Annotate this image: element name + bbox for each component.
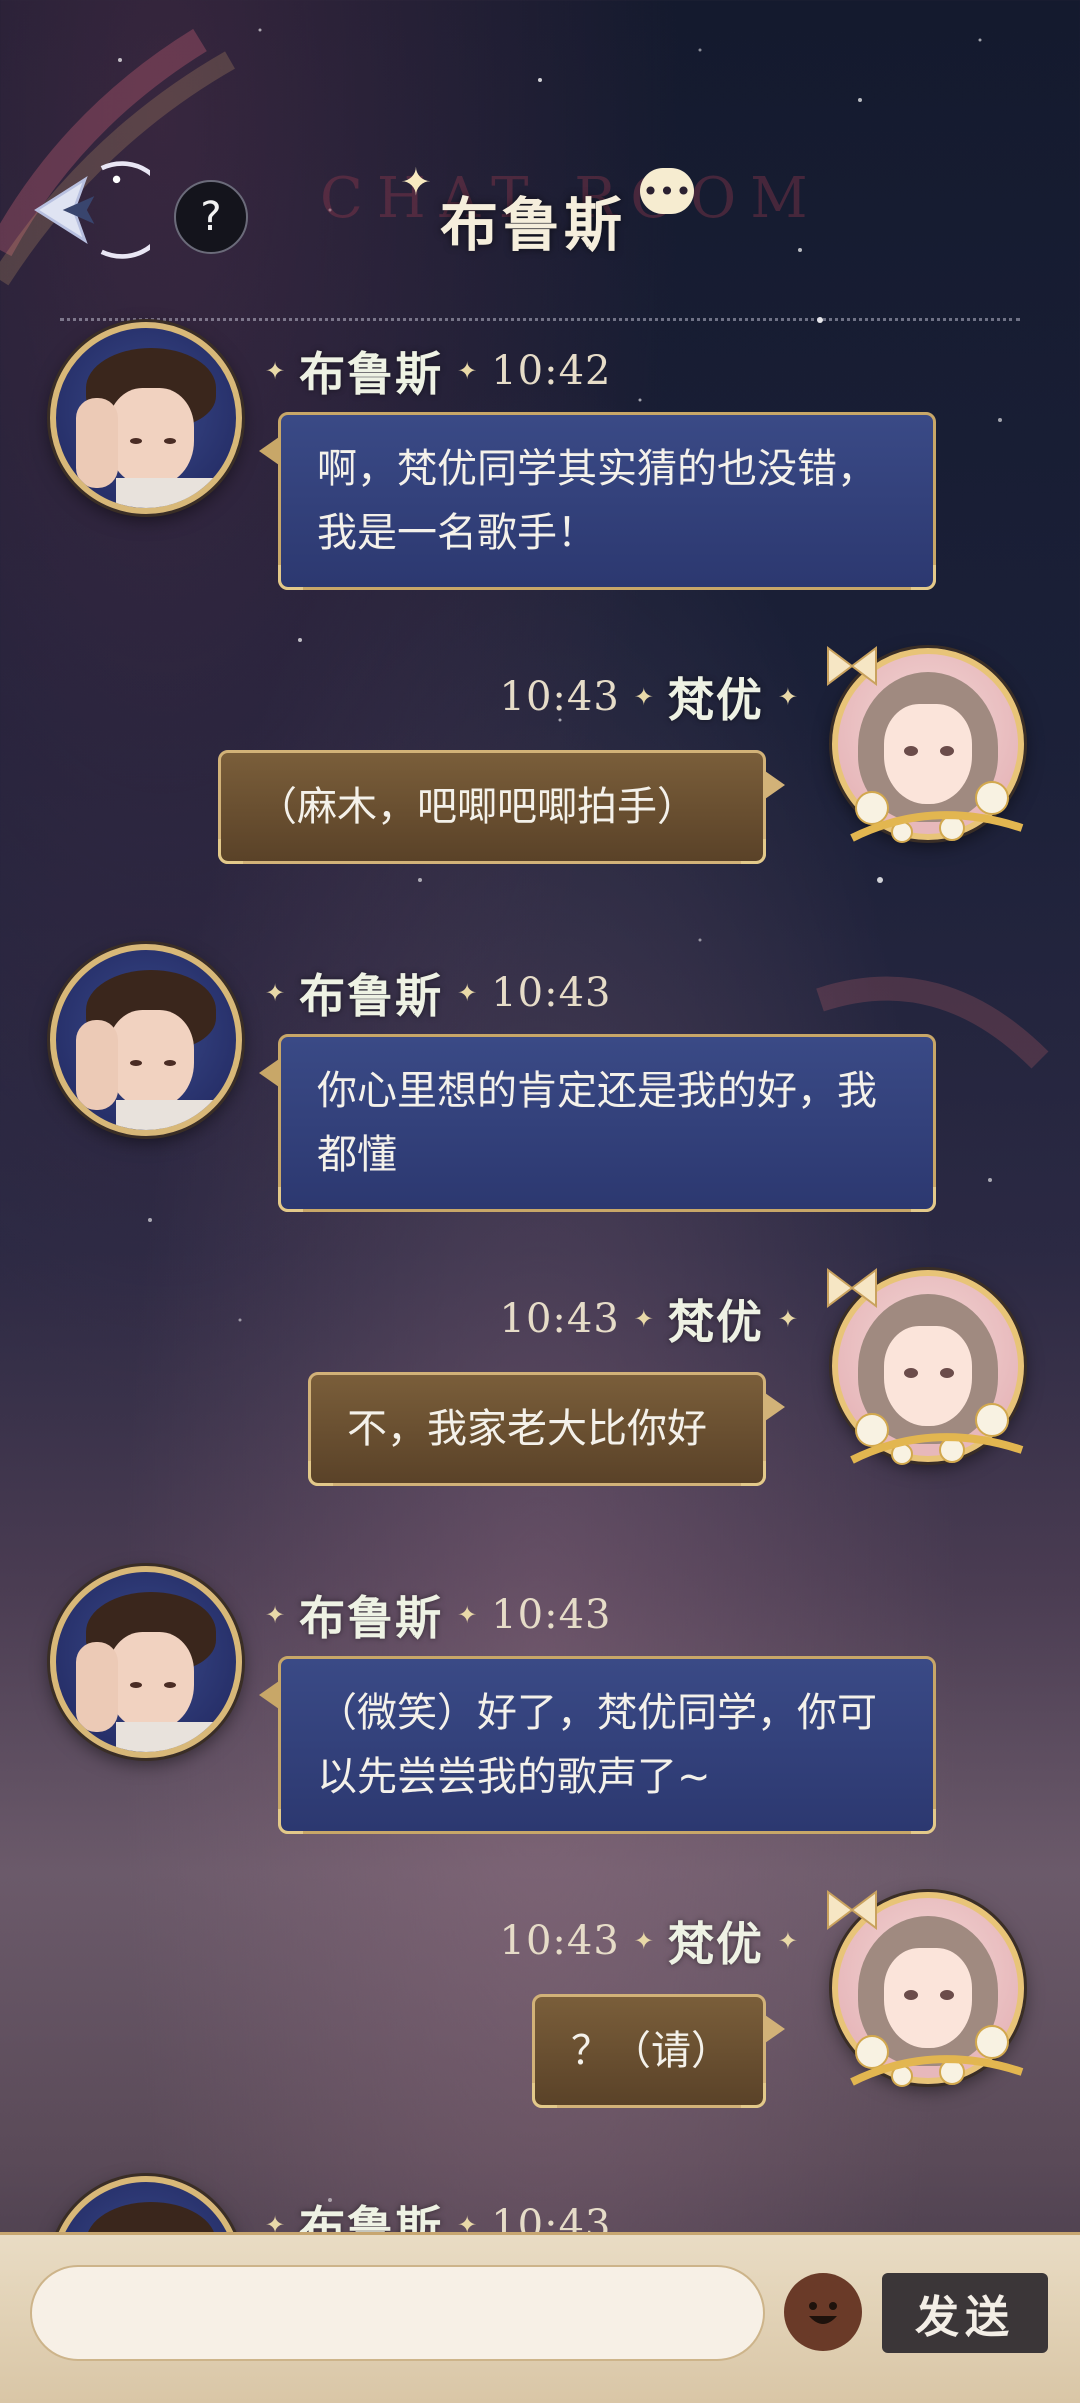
header-divider	[60, 318, 1020, 321]
message-time: 10:43	[499, 674, 620, 720]
message-bubble: 不，我家老大比你好	[308, 1372, 785, 1486]
sparkle-icon: ✦	[265, 357, 286, 385]
sender-name: 梵优	[667, 1295, 764, 1349]
sparkle-icon: ✦	[400, 160, 432, 204]
message-time: 10:42	[491, 348, 612, 394]
message-bubble: （麻木，吧唧吧唧拍手）	[218, 750, 785, 864]
message-bubble: 啊，梵优同学其实猜的也没错，我是一名歌手！	[259, 412, 936, 590]
avatar-bruce[interactable]	[50, 322, 242, 514]
message-text: 不，我家老大比你好	[347, 1406, 707, 1452]
sparkle-icon: ✦	[777, 1927, 798, 1955]
sender-name: 梵优	[667, 1917, 764, 1971]
bow-icon	[827, 1890, 877, 1930]
sparkle-icon: ✦	[457, 1601, 478, 1629]
back-button[interactable]	[20, 160, 150, 260]
sparkle-icon: ✦	[777, 683, 798, 711]
sparkle-icon: ✦	[265, 979, 286, 1007]
message-time: 10:43	[491, 1592, 612, 1638]
message-text: （麻木，吧唧吧唧拍手）	[257, 784, 697, 830]
page-title: 布鲁斯	[440, 191, 627, 259]
question-mark-icon: ?	[200, 194, 222, 240]
sender-name: 布鲁斯	[299, 1591, 444, 1645]
sparkle-icon: ✦	[457, 357, 478, 385]
help-button[interactable]: ?	[174, 180, 248, 254]
avatar-bruce[interactable]	[50, 1566, 242, 1758]
message-meta: 10:43 ✦ 梵优 ✦	[500, 1286, 799, 1352]
message-text: （微笑）好了，梵优同学，你可以先尝尝我的歌声了~	[317, 1690, 877, 1800]
message-time: 10:43	[499, 1918, 620, 1964]
message-meta: ✦ 布鲁斯 ✦ 10:42	[265, 338, 612, 404]
message-bubble: 你心里想的肯定还是我的好，我都懂	[259, 1034, 936, 1212]
avatar-bruce[interactable]	[50, 944, 242, 1136]
message-composer: 发送	[0, 2232, 1080, 2403]
bow-icon	[827, 1268, 877, 1308]
header-bar: ? CHAT ROOM ✦ 布鲁斯 •••	[0, 140, 1080, 290]
sender-name: 布鲁斯	[299, 347, 444, 401]
sparkle-icon: ✦	[633, 683, 654, 711]
sparkle-icon: ✦	[457, 979, 478, 1007]
message-time: 10:43	[499, 1296, 620, 1342]
smiley-face-icon	[795, 2284, 851, 2340]
message-time: 10:43	[491, 970, 612, 1016]
message-meta: 10:43 ✦ 梵优 ✦	[500, 1908, 799, 1974]
message-text: 啊，梵优同学其实猜的也没错，我是一名歌手！	[317, 446, 877, 556]
message-text: 你心里想的肯定还是我的好，我都懂	[317, 1068, 877, 1178]
sender-name: 布鲁斯	[299, 969, 444, 1023]
message-meta: ✦ 布鲁斯 ✦ 10:43	[265, 960, 612, 1026]
send-button[interactable]: 发送	[882, 2273, 1048, 2353]
sparkle-icon: ✦	[633, 1305, 654, 1333]
chat-bubble-icon: •••	[640, 168, 694, 214]
message-bubble: （微笑）好了，梵优同学，你可以先尝尝我的歌声了~	[259, 1656, 936, 1834]
bow-icon	[827, 646, 877, 686]
message-text: ？（请）	[571, 2028, 731, 2074]
message-meta: ✦ 布鲁斯 ✦ 10:43	[265, 1582, 612, 1648]
message-meta: 10:43 ✦ 梵优 ✦	[500, 664, 799, 730]
back-arrow-icon	[34, 161, 150, 259]
sparkle-icon: ✦	[777, 1305, 798, 1333]
sparkle-icon: ✦	[265, 1601, 286, 1629]
sparkle-icon: ✦	[633, 1927, 654, 1955]
emoji-button[interactable]	[784, 2273, 862, 2351]
sender-name: 梵优	[667, 673, 764, 727]
message-bubble: ？（请）	[532, 1994, 785, 2108]
message-input[interactable]	[30, 2265, 765, 2361]
